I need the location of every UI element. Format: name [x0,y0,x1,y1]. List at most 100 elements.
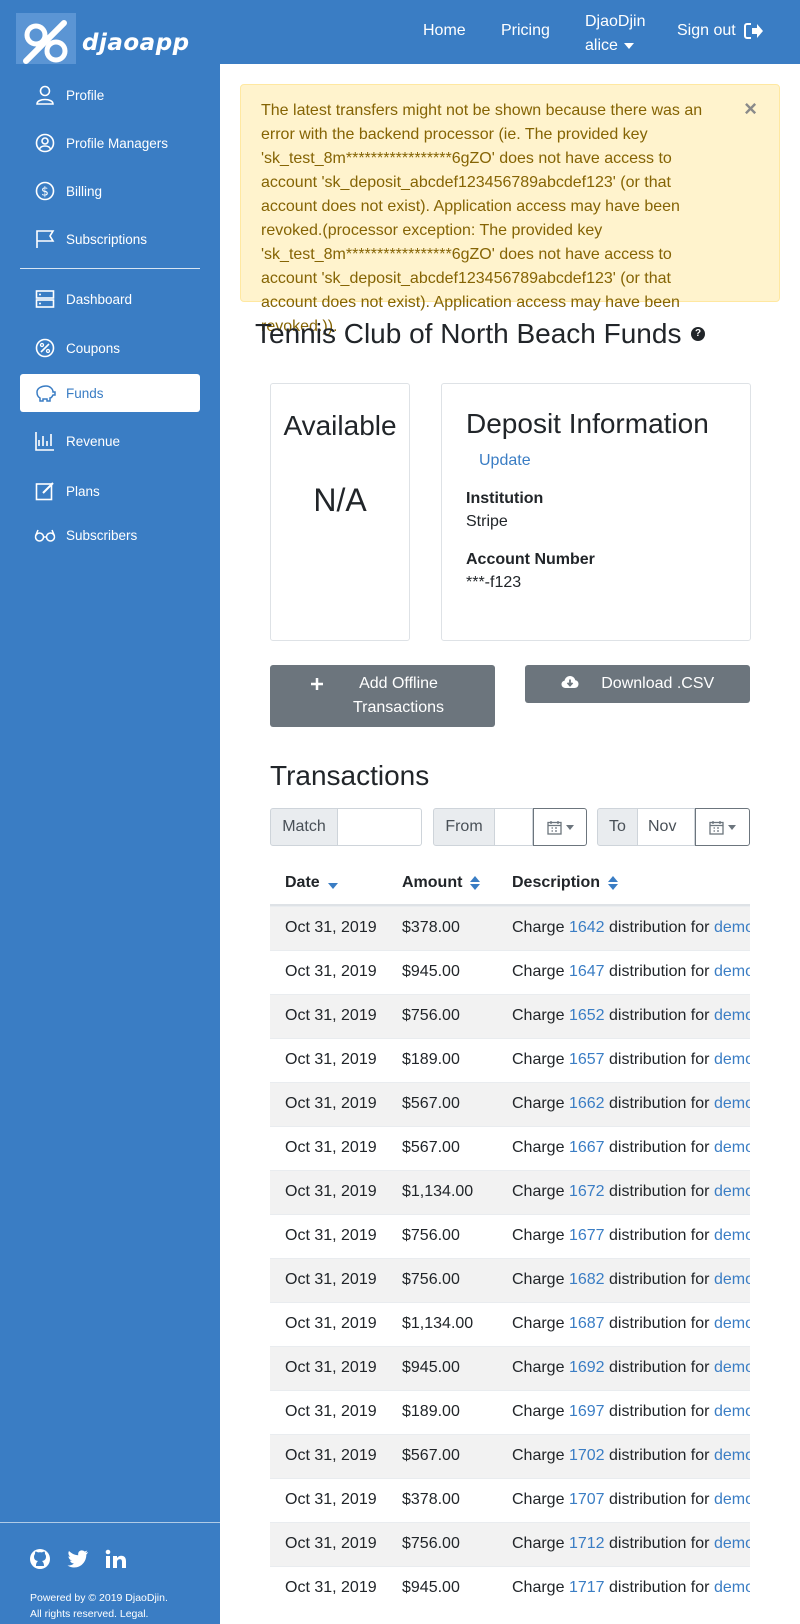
table-row: Oct 31, 2019 $378.00 Charge 1707 distribut… [270,1478,750,1522]
from-calendar-button[interactable] [533,808,587,846]
subscriber-link[interactable]: demo2 [714,1183,750,1200]
charge-link[interactable]: 1652 [569,1007,605,1024]
subscriber-link[interactable]: demo2 [714,1535,750,1552]
svg-text:$: $ [41,185,49,199]
subscriber-link[interactable]: demo1 [714,919,750,936]
transactions-heading: Transactions [270,760,430,791]
sidebar-item-billing[interactable]: $ Billing [20,172,200,210]
charge-link[interactable]: 1692 [569,1359,605,1376]
row-date: Oct 31, 2019 [285,1579,377,1596]
charge-link[interactable]: 1662 [569,1095,605,1112]
column-amount-header[interactable]: Amount [402,874,481,892]
charge-link[interactable]: 1697 [569,1403,605,1420]
table-row: Oct 31, 2019 $189.00 Charge 1657 distribut… [270,1038,750,1082]
github-icon[interactable] [28,1547,52,1571]
sidebar-item-dashboard[interactable]: Dashboard [20,280,200,318]
nav-home-link[interactable]: Home [423,22,466,40]
charge-link[interactable]: 1677 [569,1227,605,1244]
column-description-header[interactable]: Description [512,874,619,892]
close-icon[interactable]: × [744,97,757,121]
row-date: Oct 31, 2019 [285,1535,377,1552]
table-header: Date Amount Description [270,862,750,906]
charge-prefix: Charge [512,1535,565,1552]
description-text: distribution for [608,1095,710,1112]
processor-error-alert: The latest transfers might not be shown … [240,84,780,335]
sidebar-item-funds[interactable]: Funds [20,374,200,412]
table-row: Oct 31, 2019 $945.00 Charge 1647 distribut… [270,950,750,994]
subscriber-link[interactable]: demo5 [714,1095,750,1112]
user-menu-dropdown[interactable]: DjaoDjin alice [585,10,645,58]
charge-link[interactable]: 1712 [569,1535,605,1552]
subscriber-link[interactable]: demo5 [714,1447,750,1464]
subscriber-link[interactable]: demo7 [714,1007,750,1024]
sidebar-item-profile-managers[interactable]: Profile Managers [20,124,200,162]
row-date: Oct 31, 2019 [285,963,377,980]
row-amount: $378.00 [402,919,460,936]
help-icon[interactable]: ? [691,327,705,341]
sidebar-item-coupons[interactable]: Coupons [20,329,200,367]
subscriber-link[interactable]: demo2 [714,1051,750,1068]
sign-out-link[interactable]: Sign out [677,22,764,40]
subscriber-link[interactable]: demo6 [714,1491,750,1508]
twitter-icon[interactable] [66,1547,90,1571]
row-amount: $756.00 [402,1227,460,1244]
subscriber-link[interactable]: demo3 [714,1271,750,1288]
row-amount: $567.00 [402,1139,460,1156]
charge-link[interactable]: 1642 [569,919,605,936]
row-amount: $189.00 [402,1403,460,1420]
account-number-label: Account Number [466,551,595,568]
subscriber-link[interactable]: demo8 [714,1227,750,1244]
subscriber-link[interactable]: demo9 [714,1139,750,1156]
row-amount: $945.00 [402,1359,460,1376]
charge-link[interactable]: 1657 [569,1051,605,1068]
sidebar-item-revenue[interactable]: Revenue [20,422,200,460]
subscriber-link[interactable]: demo4 [714,1315,750,1332]
linkedin-icon[interactable] [104,1547,128,1571]
subscriber-link[interactable]: demo4 [714,1359,750,1376]
charge-link[interactable]: 1672 [569,1183,605,1200]
description-text: distribution for [608,1315,710,1332]
dollar-circle-icon: $ [34,180,56,202]
sidebar-item-subscriptions[interactable]: Subscriptions [20,220,200,258]
update-deposit-link[interactable]: Update [479,452,750,470]
row-amount: $945.00 [402,1579,460,1596]
charge-link[interactable]: 1687 [569,1315,605,1332]
description-text: distribution for [608,1491,710,1508]
charge-prefix: Charge [512,1403,565,1420]
sidebar-item-profile[interactable]: Profile [20,76,200,114]
row-description: Charge 1657 distribution for demo2 [512,1051,750,1069]
charge-link[interactable]: 1717 [569,1579,605,1596]
match-input[interactable] [338,808,422,846]
subscriber-link[interactable]: demo1 [714,1579,750,1596]
row-date: Oct 31, 2019 [285,1095,377,1112]
charge-link[interactable]: 1647 [569,963,605,980]
description-text: distribution for [608,1183,710,1200]
to-date-input[interactable]: Nov [638,808,695,846]
sidebar-item-plans[interactable]: Plans [20,472,200,510]
column-date-header[interactable]: Date [285,874,338,892]
subscriber-link[interactable]: demo2 [714,963,750,980]
column-header-label: Amount [402,874,463,891]
row-description: Charge 1717 distribution for demo1 [512,1579,750,1597]
charge-link[interactable]: 1702 [569,1447,605,1464]
sidebar-item-subscribers[interactable]: Subscribers [20,516,200,554]
nav-pricing-link[interactable]: Pricing [501,22,550,40]
add-offline-transactions-button[interactable]: Add Offline Transactions [270,665,495,727]
from-filter-group: From [433,808,587,846]
footer-line-2[interactable]: All rights reserved. Legal. [30,1606,168,1622]
chart-icon [34,430,56,452]
from-date-input[interactable] [495,808,533,846]
row-description: Charge 1672 distribution for demo2 [512,1183,750,1201]
charge-link[interactable]: 1667 [569,1139,605,1156]
subscriber-link[interactable]: demo9 [714,1403,750,1420]
charge-link[interactable]: 1682 [569,1271,605,1288]
to-calendar-button[interactable] [695,808,750,846]
sidebar-item-label: Profile [66,87,105,103]
row-amount: $756.00 [402,1007,460,1024]
sidebar-item-label: Revenue [66,433,121,449]
top-navbar: djaoapp Home Pricing DjaoDjin alice Sign… [0,0,800,73]
row-description: Charge 1702 distribution for demo5 [512,1447,750,1465]
deposit-heading: Deposit Information [466,408,709,439]
charge-link[interactable]: 1707 [569,1491,605,1508]
download-csv-button[interactable]: Download .CSV [525,665,750,703]
